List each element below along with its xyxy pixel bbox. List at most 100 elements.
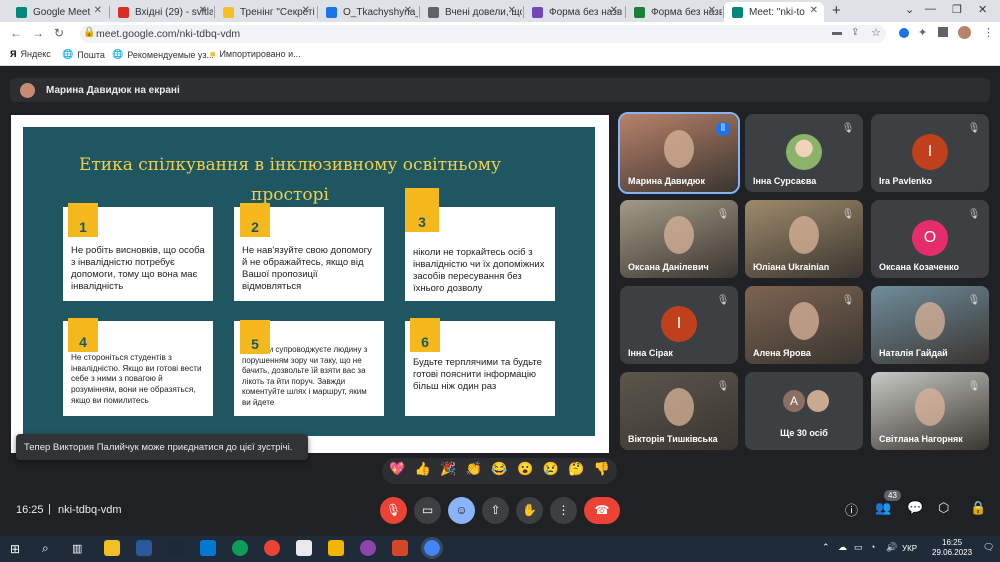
chrome-icon[interactable] [264,540,280,556]
bookmark-recommended[interactable]: 🌐 Рекомендуемые уз... [112,49,214,60]
chevron-down-icon[interactable]: ⌄ [905,3,914,16]
store-icon[interactable] [200,540,216,556]
tab-close-icon[interactable]: ✕ [302,5,310,16]
activities-icon[interactable]: ⬡ [938,500,949,516]
participant-face [664,130,694,168]
reaction-emoji[interactable]: 💖 [389,461,405,477]
notifications-icon[interactable]: 🗨 [983,542,994,553]
browser-tab[interactable]: Meet: "nki-to ✕ [724,2,824,22]
star-icon[interactable]: ☆ [871,26,881,39]
browser-tab[interactable]: Форма без назв ✕ [626,2,722,22]
participant-tile[interactable]: Оксана Данілевич 🎙 [620,200,738,278]
browser-tab[interactable]: Вчені довели, що ✕ [420,2,522,22]
slide-card-number: 2 [240,203,270,237]
raise-hand-button[interactable]: ✋ [516,497,543,524]
share-icon[interactable]: ⇪ [851,27,859,38]
tab-close-icon[interactable]: ✕ [810,5,818,16]
tab-close-icon[interactable]: ✕ [508,5,516,16]
tab-close-icon[interactable]: ✕ [708,5,716,16]
info-icon[interactable]: ⓘ [845,500,858,519]
chrome-active-icon[interactable] [421,537,443,559]
task-view-icon[interactable]: ▥ [72,542,82,555]
reload-icon[interactable]: ↻ [54,26,64,40]
participant-tile[interactable]: Марина Давидюк ⦀ [618,112,740,194]
participant-tile[interactable]: Вікторія Тишківська 🎙 [620,372,738,450]
restore-icon[interactable]: ❐ [952,3,962,16]
bookmark-imported[interactable]: ■ Импортировано и... [210,49,301,59]
browser-tab[interactable]: Тренінг "Секреті ✕ [215,2,316,22]
file-explorer-icon[interactable] [104,540,120,556]
wifi-icon[interactable]: ◔ [870,542,875,552]
reaction-emoji[interactable]: 😂 [491,461,507,477]
word-icon[interactable] [136,540,152,556]
tray-icon[interactable]: ☁ [838,542,847,553]
camera-button[interactable]: ▭ [414,497,441,524]
steam-icon[interactable] [168,540,184,556]
tab-close-icon[interactable]: ✕ [199,5,207,16]
reaction-emoji[interactable]: 👏 [466,461,482,477]
viber-icon[interactable] [360,540,376,556]
browser-tab[interactable]: O_Tkachyshyna_f ✕ [318,2,418,22]
participant-tile[interactable]: I Ira Pavlenko 🎙 [871,114,989,192]
back-icon[interactable]: ← [10,26,22,40]
participant-tile[interactable]: I Інна Сірак 🎙 [620,286,738,364]
host-controls-icon[interactable]: 🔒 [970,500,986,516]
participant-tile[interactable]: Юліана Ukrainian 🎙 [745,200,863,278]
extension-icon[interactable] [899,28,909,38]
participant-tile[interactable]: Інна Сурсаєва 🎙 [745,114,863,192]
participant-tile[interactable]: А Ще 30 осіб [745,372,863,450]
participant-name: Ira Pavlenko [879,176,933,186]
puzzle-icon[interactable]: ✦ [918,26,927,39]
new-tab-button[interactable]: + [832,2,841,19]
minimize-icon[interactable]: — [925,3,936,15]
menu-icon[interactable]: ⋮ [983,26,994,39]
tab-close-icon[interactable]: ✕ [610,5,618,16]
mail-icon[interactable] [296,540,312,556]
tab-close-icon[interactable]: ✕ [404,5,412,16]
url-text[interactable]: meet.google.com/nki-tdbq-vdm [96,28,240,40]
participant-name: Юліана Ukrainian [753,262,830,272]
windows-start-icon[interactable]: ⊞ [10,542,20,556]
reaction-emoji[interactable]: 👍 [415,461,431,477]
system-clock[interactable]: 16:25 29.06.2023 [932,538,972,558]
side-panel-icon[interactable] [938,27,948,37]
participant-tile[interactable]: O Оксана Козаченко 🎙 [871,200,989,278]
keyboard-language[interactable]: УКР [902,544,917,553]
present-button[interactable]: ⇧ [482,497,509,524]
more-options-button[interactable]: ⋮ [550,497,577,524]
browser-tab[interactable]: Форма без назв ✕ [524,2,624,22]
browser-tab[interactable]: Google Meet ✕ [8,2,108,22]
camera-icon[interactable]: ▬ [832,27,842,38]
browser-tab[interactable]: Вхідні (29) - svitla ✕ [110,2,213,22]
mic-off-button[interactable]: 🎙 [380,497,407,524]
battery-icon[interactable]: ▭ [854,542,863,553]
participant-tile[interactable]: Алена Ярова 🎙 [745,286,863,364]
tray-chevron-icon[interactable]: ⌃ [822,542,830,553]
app-icon[interactable] [328,540,344,556]
participant-tile[interactable]: Світлана Нагорняк 🎙 [871,372,989,450]
people-icon[interactable]: 👥 [875,500,891,516]
close-window-icon[interactable]: ✕ [978,3,987,16]
mic-off-icon: 🎙 [967,295,981,306]
participant-tile[interactable]: Наталія Гайдай 🎙 [871,286,989,364]
edge-icon[interactable] [232,540,248,556]
participant-avatar [807,390,829,412]
bookmark-mail[interactable]: 🌐 Пошта [62,49,105,60]
reaction-emoji[interactable]: 👎 [594,461,610,477]
bookmark-yandex[interactable]: Я Яндекс [10,49,51,59]
powerpoint-icon[interactable] [392,540,408,556]
reaction-emoji[interactable]: 😮 [517,461,533,477]
reaction-emoji[interactable]: 🤔 [568,461,584,477]
search-icon[interactable]: ⌕ [42,541,49,556]
reaction-emoji[interactable]: 🎉 [440,461,456,477]
tab-close-icon[interactable]: ✕ [94,5,102,16]
slide-card-number: 6 [410,318,440,352]
reactions-button[interactable]: ☺ [448,497,475,524]
reaction-emoji[interactable]: 😢 [543,461,559,477]
leave-call-button[interactable]: ☎ [584,497,620,524]
mic-off-icon: 🎙 [716,381,730,392]
volume-icon[interactable]: 🔊 [886,542,897,553]
profile-avatar[interactable] [958,26,971,39]
chat-icon[interactable]: 💬 [907,500,923,516]
forward-icon[interactable]: → [32,26,44,40]
